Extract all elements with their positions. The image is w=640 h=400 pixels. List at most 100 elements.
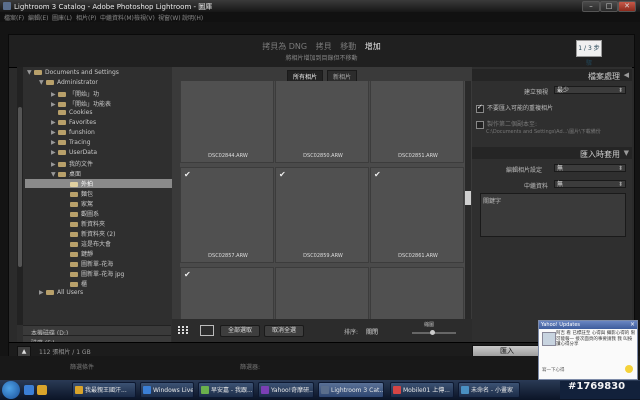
minimize-button[interactable]: – — [582, 1, 600, 12]
tree-folder-item[interactable]: 鍵靜 — [63, 249, 93, 258]
tree-folder-item[interactable]: ▶ Tracing — [51, 139, 91, 148]
dont-import-duplicates-row[interactable]: 不要匯入可能的重複相片 — [476, 103, 628, 113]
folder-label: 鍵靜 — [81, 251, 94, 258]
taskbar-button[interactable]: 未命名 - 小畫家 — [458, 382, 520, 398]
taskbar-button[interactable]: 早安嘉 - 我跟... — [198, 382, 254, 398]
slider-knob[interactable] — [430, 330, 435, 335]
tree-folder-item[interactable]: 櫃 — [63, 279, 87, 288]
taskbar-button[interactable]: Lightroom 3 Cat... — [318, 382, 384, 398]
loupe-view-icon[interactable] — [200, 325, 214, 336]
ie-quicklaunch-icon[interactable] — [24, 385, 34, 395]
include-checkbox[interactable]: ✔ — [184, 170, 191, 179]
tree-folder-item[interactable]: ▶ 我的文件 — [51, 159, 93, 168]
collapsed-triangle-icon[interactable]: ▶ — [51, 119, 58, 126]
photo-thumbnail-cell[interactable]: ✔ DSC02857.ARW — [180, 167, 274, 263]
folder-quicklaunch-icon[interactable] — [37, 385, 47, 395]
tree-folder-item[interactable]: Cookies — [51, 109, 93, 118]
collapsed-triangle-icon[interactable]: ▶ — [51, 91, 58, 98]
tree-folder-item[interactable]: ▶ 「開始」功能表 — [51, 99, 111, 108]
photo-thumbnail-cell[interactable]: DSC02850.ARW — [275, 81, 369, 163]
tree-folder-item[interactable]: ▶ Favorites — [51, 119, 96, 128]
tree-folder-item[interactable]: ▼ 桌面 — [51, 169, 81, 178]
select-all-button[interactable]: 全部選取 — [220, 325, 260, 337]
metadata-select[interactable]: 無 ⬍ — [554, 180, 626, 188]
taskbar-button[interactable]: Yahoo!奇摩研... — [258, 382, 314, 398]
tree-folder-item[interactable]: 新資料夾 (2) — [63, 229, 115, 238]
collapsed-triangle-icon[interactable]: ▶ — [51, 101, 58, 108]
tree-folder-item[interactable]: 圖新單-花海 — [63, 259, 113, 268]
folder-icon — [58, 130, 66, 135]
yahoo-popup-link[interactable]: 寫一下心得 — [542, 367, 565, 373]
menu-item[interactable]: 中繼資料(M) — [100, 13, 134, 22]
taskbar-button[interactable]: Windows Live ... — [140, 382, 194, 398]
mode-move[interactable]: 移動 — [340, 42, 356, 51]
mode-copy[interactable]: 拷貝 — [316, 42, 332, 51]
tree-folder-item[interactable]: ▼ Documents and Settings — [27, 69, 119, 78]
photo-thumbnail-cell[interactable]: ✔ DSC02861.ARW — [370, 167, 464, 263]
keywords-field[interactable]: 關鍵字 — [480, 193, 626, 237]
tree-folder-item[interactable]: ▶ funshion — [51, 129, 95, 138]
grid-scroll-thumb[interactable] — [465, 191, 471, 205]
filter-field[interactable]: 篩選器: — [240, 362, 260, 371]
tree-folder-item[interactable]: 新資料夾 — [63, 219, 105, 228]
include-checkbox[interactable]: ✔ — [184, 270, 191, 279]
tree-folder-item[interactable]: 家駕 — [63, 199, 93, 208]
tree-folder-item[interactable]: 圖新單-花海 jpg — [63, 269, 124, 278]
include-checkbox[interactable]: ✔ — [374, 170, 381, 179]
preview-select[interactable]: 最少 ⬍ — [554, 86, 626, 94]
develop-settings-select[interactable]: 無 ⬍ — [554, 164, 626, 172]
apply-during-import-header[interactable]: 匯入時套用 ▼ — [472, 147, 632, 159]
second-copy-checkbox[interactable] — [476, 120, 484, 129]
tree-scroll-thumb[interactable] — [18, 107, 22, 267]
menu-item[interactable]: 圖庫(L) — [52, 13, 72, 22]
tree-folder-item[interactable]: ▼ Administrator — [39, 79, 98, 88]
tree-folder-item[interactable]: ▶ 「開始」功 — [51, 89, 99, 98]
grid-view-icon[interactable] — [178, 326, 188, 334]
file-handling-header[interactable]: 檔案處理 ◀ — [472, 69, 632, 81]
expanded-triangle-icon[interactable]: ▼ — [27, 69, 34, 76]
yahoo-popup-message[interactable]: 阿吉 看 已標註至 心得與 攝影心得的 限可能報一 接次面頁的事要請我 我 叫按… — [556, 331, 636, 348]
tree-folder-item[interactable]: 麵包 — [63, 189, 93, 198]
taskbar-button[interactable]: 我最親王國汗... — [72, 382, 136, 398]
tree-folder-item[interactable]: 觀圖系 — [63, 209, 99, 218]
dont-import-duplicates-checkbox[interactable] — [476, 103, 484, 113]
close-icon[interactable]: × — [630, 321, 635, 328]
collapsed-triangle-icon[interactable]: ▶ — [39, 289, 46, 296]
taskbar-button[interactable]: Mobile01 上傳... — [390, 382, 454, 398]
close-button[interactable]: ✕ — [618, 1, 636, 12]
menu-item[interactable]: 相片(P) — [76, 13, 96, 22]
tree-folder-item[interactable]: ▶ UserData — [51, 149, 97, 158]
expanded-triangle-icon[interactable]: ▼ — [51, 171, 58, 178]
window-title: Lightroom 3 Catalog - Adobe Photoshop Li… — [14, 3, 213, 11]
tree-scrollbar[interactable] — [17, 67, 23, 325]
menu-item[interactable]: 檢視(V) — [134, 13, 155, 22]
import-step-badge[interactable]: 1 / 3 步驟 — [576, 40, 602, 67]
menu-item[interactable]: 檔案(F) — [4, 13, 24, 22]
thumbnail-size-slider[interactable] — [412, 330, 456, 335]
folder-label: funshion — [69, 129, 95, 136]
collapsed-triangle-icon[interactable]: ▶ — [51, 139, 58, 146]
sort-select[interactable]: 關閉 — [366, 327, 378, 336]
menu-item[interactable]: 編輯(E) — [28, 13, 48, 22]
maximize-button[interactable]: □ — [600, 1, 618, 12]
collapsed-triangle-icon[interactable]: ▶ — [51, 161, 58, 168]
deselect-all-button[interactable]: 取消全選 — [264, 325, 304, 337]
collapsed-triangle-icon[interactable]: ▶ — [51, 149, 58, 156]
yahoo-updates-popup[interactable]: Yahoo! Updates × 阿吉 看 已標註至 心得與 攝影心得的 限可能… — [538, 320, 638, 380]
start-button[interactable] — [2, 381, 20, 399]
mode-copy-as-dng[interactable]: 拷貝為 DNG — [262, 42, 307, 51]
collapsed-triangle-icon[interactable]: ▶ — [51, 129, 58, 136]
photo-thumbnail-cell[interactable]: DSC02844.ARW — [180, 81, 274, 163]
menu-item[interactable]: 視窗(W) — [158, 13, 181, 22]
include-checkbox[interactable]: ✔ — [279, 170, 286, 179]
tree-folder-item[interactable]: ▶ All Users — [39, 289, 83, 298]
app-icon — [261, 386, 269, 394]
mode-add[interactable]: 增加 — [365, 42, 381, 51]
expanded-triangle-icon[interactable]: ▼ — [39, 79, 46, 86]
tree-folder-item[interactable]: 外拍 — [25, 179, 172, 188]
menu-item[interactable]: 說明(H) — [182, 13, 203, 22]
photo-thumbnail-cell[interactable]: ✔ DSC02859.ARW — [275, 167, 369, 263]
tree-folder-item[interactable]: 這是布大會 — [63, 239, 111, 248]
grid-scrollbar[interactable] — [465, 81, 471, 335]
photo-thumbnail-cell[interactable]: DSC02851.ARW — [370, 81, 464, 163]
